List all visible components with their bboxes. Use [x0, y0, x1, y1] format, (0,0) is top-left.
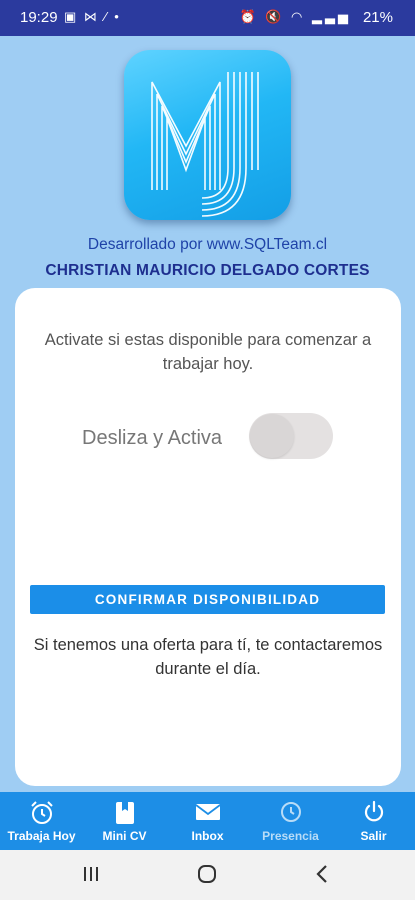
document-icon — [83, 800, 166, 824]
clock-icon — [249, 800, 332, 824]
toggle-label: Desliza y Activa — [82, 427, 223, 449]
availability-toggle[interactable] — [249, 413, 333, 459]
nav-item-presencia[interactable]: Presencia — [249, 792, 332, 850]
notification-icons: ▣ ⋈ ⁄ • — [64, 9, 121, 24]
nav-label-mini-cv: Mini CV — [102, 829, 147, 843]
power-icon — [332, 800, 415, 824]
status-time: 19:29 — [20, 9, 58, 26]
system-status-icons: ⏰ 🔇 ◠ ▂▃▅ — [239, 9, 351, 24]
battery-level: 21% — [362, 9, 393, 26]
nav-label-salir: Salir — [360, 829, 387, 843]
nav-item-inbox[interactable]: Inbox — [166, 792, 249, 850]
home-icon[interactable] — [197, 864, 217, 889]
nav-label-presencia: Presencia — [262, 829, 319, 843]
app-logo — [124, 50, 291, 220]
nav-label-trabaja-hoy: Trabaja Hoy — [7, 829, 76, 843]
bottom-navigation: Trabaja Hoy Mini CV Inbox Presencia Sali… — [0, 792, 415, 850]
availability-card: Activate si estas disponible para comenz… — [15, 288, 401, 786]
back-icon[interactable] — [314, 864, 330, 889]
nav-label-inbox: Inbox — [191, 829, 224, 843]
confirm-availability-button[interactable]: CONFIRMAR DISPONIBILIDAD — [30, 585, 385, 614]
nav-item-trabaja-hoy[interactable]: Trabaja Hoy — [0, 792, 83, 850]
toggle-knob[interactable] — [250, 414, 294, 458]
alarm-clock-icon — [0, 800, 83, 824]
offer-info-text: Si tenemos una oferta para tí, te contac… — [33, 636, 383, 678]
mail-icon — [166, 800, 249, 824]
system-nav-bar — [0, 850, 415, 900]
nav-item-mini-cv[interactable]: Mini CV — [83, 792, 166, 850]
user-name: CHRISTIAN MAURICIO DELGADO CORTES — [45, 262, 370, 279]
status-bar: 19:29 ▣ ⋈ ⁄ • ⏰ 🔇 ◠ ▂▃▅ 21% — [0, 0, 415, 36]
recent-apps-icon[interactable] — [82, 864, 100, 889]
availability-prompt: Activate si estas disponible para comenz… — [44, 331, 372, 373]
nav-item-salir[interactable]: Salir — [332, 792, 415, 850]
developer-credit: Desarrollado por www.SQLTeam.cl — [87, 236, 328, 253]
